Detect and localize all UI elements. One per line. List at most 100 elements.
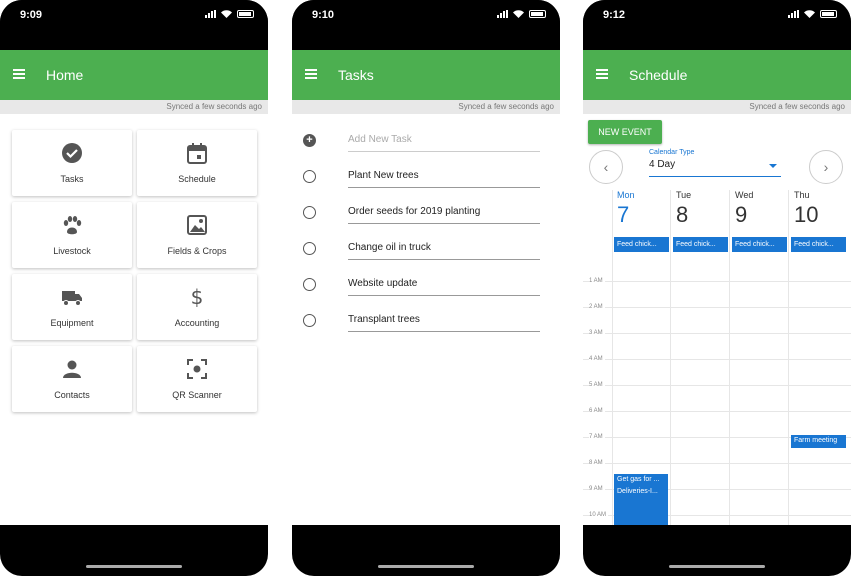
hour-label: 6 AM [589,408,605,414]
day-header-mon[interactable]: Mon 7 [613,190,671,228]
new-event-button[interactable]: NEW EVENT [588,120,662,144]
page-title: Home [46,67,84,83]
home-indicator [378,565,474,568]
task-label[interactable]: Website update [348,278,540,296]
day-date: 9 [735,202,748,227]
tile-label: Tasks [60,174,84,184]
home-grid: Tasks Schedule Livestock Fields & Crops … [0,114,268,412]
task-label[interactable]: Plant New trees [348,170,540,188]
person-icon [63,360,81,378]
day-header-tue[interactable]: Tue 8 [672,190,730,228]
calendar-type-select[interactable]: 4 Day [649,159,781,177]
prev-button[interactable]: ‹ [589,150,623,184]
tile-fields-crops[interactable]: Fields & Crops [137,202,257,268]
task-label[interactable]: Order seeds for 2019 planting [348,206,540,224]
sync-status: Synced a few seconds ago [292,100,560,114]
svg-text:$: $ [191,286,204,308]
event-farm-meeting[interactable]: Farm meeting [791,435,846,448]
hour-label: 5 AM [589,382,605,388]
task-label[interactable]: Transplant trees [348,314,540,332]
dollar-icon: $ [191,286,204,308]
task-checkbox[interactable] [303,242,316,255]
tile-label: Accounting [174,318,220,328]
task-item[interactable]: Transplant trees [292,305,560,341]
hour-row: 3 AM [583,330,851,359]
allday-event[interactable]: Feed chick... [673,237,728,252]
event-gas-deliveries[interactable]: Get gas for ... Deliveries-I... [614,474,668,525]
calendar-icon [187,143,207,164]
status-bar: 9:09 [0,0,268,50]
tile-equipment[interactable]: Equipment [12,274,132,340]
chevron-right-icon: › [823,159,829,175]
tile-label: Fields & Crops [167,246,227,256]
app-bar: Tasks [292,50,560,100]
tile-contacts[interactable]: Contacts [12,346,132,412]
task-checkbox[interactable] [303,170,316,183]
day-name: Mon [617,190,635,200]
task-item[interactable]: Order seeds for 2019 planting [292,197,560,233]
hour-row: 1 AM [583,278,851,307]
battery-icon [237,10,254,18]
menu-icon[interactable] [596,69,608,79]
task-item[interactable]: Plant New trees [292,161,560,197]
chevron-left-icon: ‹ [603,159,609,175]
add-icon[interactable]: + [303,134,316,147]
day-name: Thu [794,190,810,200]
add-task-row[interactable]: + Add New Task [292,125,560,161]
wifi-icon [513,10,524,18]
battery-icon [529,10,546,18]
calendar-type-value: 4 Day [649,159,676,170]
status-bar: 9:10 [292,0,560,50]
sync-status: Synced a few seconds ago [0,100,268,114]
tile-tasks[interactable]: Tasks [12,130,132,196]
tile-label: Livestock [53,246,91,256]
allday-event[interactable]: Feed chick... [732,237,787,252]
app-bar: Home [0,50,268,100]
allday-event[interactable]: Feed chick... [791,237,846,252]
tile-livestock[interactable]: Livestock [12,202,132,268]
app-bar: Schedule [583,50,851,100]
paw-icon [63,216,82,235]
task-item[interactable]: Website update [292,269,560,305]
tile-label: Contacts [54,390,90,400]
truck-icon [62,291,82,306]
task-checkbox[interactable] [303,278,316,291]
menu-icon[interactable] [305,69,317,79]
hour-label: 8 AM [589,460,605,466]
day-date: 7 [617,202,630,227]
qr-scan-icon [187,359,207,379]
dropdown-arrow-icon [769,164,777,168]
tile-qr-scanner[interactable]: QR Scanner [137,346,257,412]
tasks-content: Synced a few seconds ago + Add New Task … [292,100,560,525]
task-checkbox[interactable] [303,206,316,219]
sync-status: Synced a few seconds ago [583,100,851,114]
task-checkbox[interactable] [303,314,316,327]
phone-tasks: 9:10 Tasks Synced a few seconds ago + Ad… [292,0,560,576]
hour-label: 10 AM [589,512,609,518]
next-button[interactable]: › [809,150,843,184]
day-header-thu[interactable]: Thu 10 [790,190,848,228]
task-label[interactable]: Change oil in truck [348,242,540,260]
signal-icon [497,10,508,18]
tile-schedule[interactable]: Schedule [137,130,257,196]
tile-label: Schedule [178,174,216,184]
day-header-wed[interactable]: Wed 9 [731,190,789,228]
home-indicator [669,565,765,568]
image-icon [187,215,207,235]
add-task-input[interactable]: Add New Task [348,134,540,152]
status-bar: 9:12 [583,0,851,50]
battery-icon [820,10,837,18]
page-title: Schedule [629,67,688,83]
tile-accounting[interactable]: $ Accounting [137,274,257,340]
menu-icon[interactable] [13,69,25,79]
hour-label: 2 AM [589,304,605,310]
day-date: 8 [676,202,689,227]
allday-event[interactable]: Feed chick... [614,237,669,252]
wifi-icon [804,10,815,18]
hour-grid: 1 AM 2 AM 3 AM 4 AM 5 AM 6 AM 7 AM 8 AM … [583,255,851,525]
task-item[interactable]: Change oil in truck [292,233,560,269]
event-title: Get gas for ... [617,476,660,483]
page-title: Tasks [338,67,374,83]
phone-home: 9:09 Home Synced a few seconds ago Tasks… [0,0,268,576]
hour-row: 2 AM [583,304,851,333]
